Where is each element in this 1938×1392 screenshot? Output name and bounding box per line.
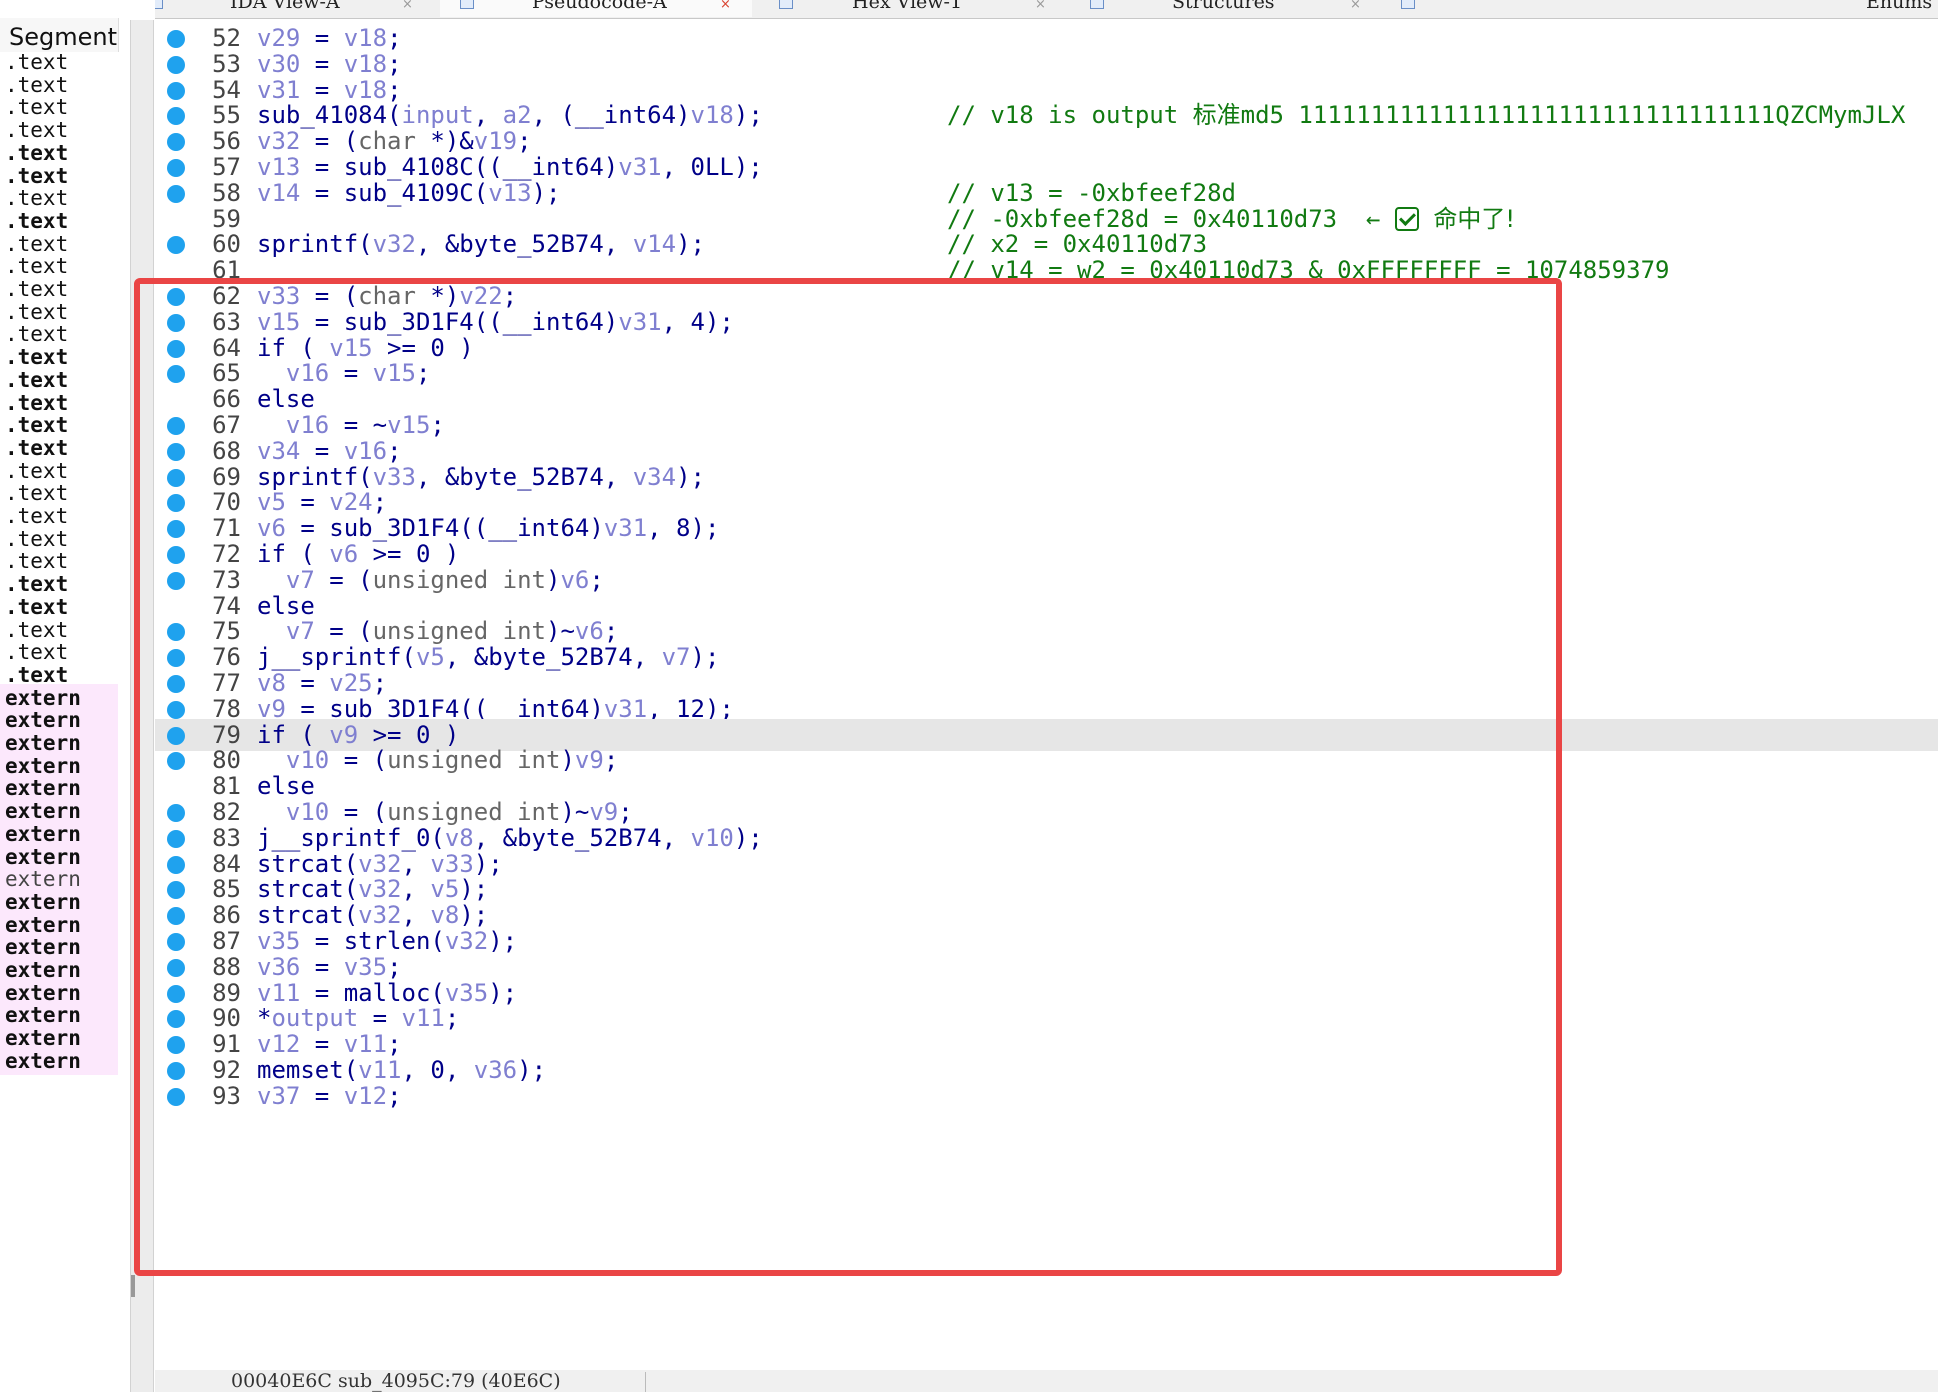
breakpoint-dot-icon[interactable]	[167, 1036, 185, 1055]
tab-ida-view[interactable]: IDA View-A ×	[155, 0, 435, 17]
structures-icon	[1090, 0, 1104, 9]
breakpoint-dot-icon[interactable]	[167, 288, 185, 306]
breakpoint-dot-icon[interactable]	[167, 520, 185, 539]
scrollbar-thumb[interactable]	[131, 1275, 135, 1297]
line-number: 93	[212, 1081, 241, 1110]
breakpoint-dot-icon[interactable]	[167, 700, 185, 719]
breakpoint-dot-icon[interactable]	[167, 107, 185, 126]
breakpoint-dot-icon[interactable]	[167, 571, 185, 590]
source-code: v37 = v12;	[257, 1081, 402, 1110]
tab-pseudocode[interactable]: Pseudocode-A ×	[440, 0, 752, 17]
tab-enums[interactable]: Enums	[1387, 0, 1938, 17]
enums-icon	[1401, 0, 1415, 9]
breakpoint-dot-icon[interactable]	[167, 804, 185, 822]
breakpoint-dot-icon[interactable]	[167, 133, 185, 152]
ida-view-icon	[155, 0, 163, 9]
breakpoint-dot-icon[interactable]	[167, 675, 185, 693]
segment-panel: Segment .text .text .text .text .text .text .t…	[0, 18, 119, 1328]
code-line[interactable]: 93 v37 = v12;	[155, 1080, 1938, 1112]
breakpoint-dot-icon[interactable]	[167, 546, 185, 564]
breakpoint-dot-icon[interactable]	[167, 649, 185, 668]
breakpoint-dot-icon[interactable]	[167, 339, 185, 358]
breakpoint-dot-icon[interactable]	[167, 1010, 185, 1029]
breakpoint-dot-icon[interactable]	[167, 933, 185, 951]
checkbox-checked-icon	[1394, 206, 1419, 231]
breakpoint-dot-icon[interactable]	[167, 623, 185, 642]
breakpoint-dot-icon[interactable]	[167, 881, 185, 900]
tab-structures[interactable]: Structures ×	[1072, 0, 1382, 17]
close-icon[interactable]: ×	[1350, 0, 1361, 12]
breakpoint-dot-icon[interactable]	[167, 81, 185, 100]
breakpoint-dot-icon[interactable]	[167, 907, 185, 926]
breakpoint-dot-icon[interactable]	[167, 958, 185, 977]
status-bar: 00040E6C sub_4095C:79 (40E6C)	[155, 1370, 1938, 1392]
breakpoint-dot-icon[interactable]	[167, 442, 185, 461]
tab-label: Hex View-1	[852, 0, 963, 13]
tab-label: Structures	[1172, 0, 1275, 13]
breakpoint-dot-icon[interactable]	[167, 30, 185, 48]
breakpoint-dot-icon[interactable]	[167, 468, 185, 487]
close-icon[interactable]: ×	[402, 0, 413, 12]
breakpoint-dot-icon[interactable]	[167, 494, 185, 513]
tab-label: Pseudocode-A	[532, 0, 667, 13]
breakpoint-dot-icon[interactable]	[167, 726, 185, 745]
status-separator	[645, 1372, 646, 1392]
hex-view-icon	[779, 0, 793, 9]
pseudocode-icon	[460, 0, 474, 9]
breakpoint-dot-icon[interactable]	[167, 313, 185, 332]
close-icon[interactable]: ×	[1035, 0, 1046, 12]
breakpoint-dot-icon[interactable]	[167, 236, 185, 255]
breakpoint-dot-icon[interactable]	[167, 855, 185, 874]
tab-bar: IDA View-A × Pseudocode-A × Hex View-1 ×…	[155, 0, 1938, 19]
tab-label: IDA View-A	[230, 0, 340, 13]
segment-row[interactable]: extern	[0, 1046, 118, 1075]
breakpoint-dot-icon[interactable]	[167, 1087, 185, 1106]
tab-label: Enums	[1866, 0, 1933, 13]
breakpoint-dot-icon[interactable]	[167, 184, 185, 203]
breakpoint-dot-icon[interactable]	[167, 752, 185, 771]
breakpoint-dot-icon[interactable]	[167, 417, 185, 435]
breakpoint-dot-icon[interactable]	[167, 1062, 185, 1080]
vertical-scrollbar[interactable]	[130, 20, 154, 1392]
segment-column-header[interactable]: Segment	[0, 18, 119, 52]
close-icon[interactable]: ×	[720, 0, 731, 12]
breakpoint-dot-icon[interactable]	[167, 159, 185, 177]
breakpoint-dot-icon[interactable]	[167, 984, 185, 1003]
tab-hex-view[interactable]: Hex View-1 ×	[757, 0, 1067, 17]
status-address: 00040E6C sub_4095C:79 (40E6C)	[231, 1370, 561, 1392]
breakpoint-dot-icon[interactable]	[167, 829, 185, 848]
pseudocode-view[interactable]: 52 v29 = v18; 53 v30 = v18; 54 v31 = v18; 55 su…	[155, 18, 1938, 1370]
breakpoint-dot-icon[interactable]	[167, 365, 185, 384]
breakpoint-dot-icon[interactable]	[167, 55, 185, 74]
